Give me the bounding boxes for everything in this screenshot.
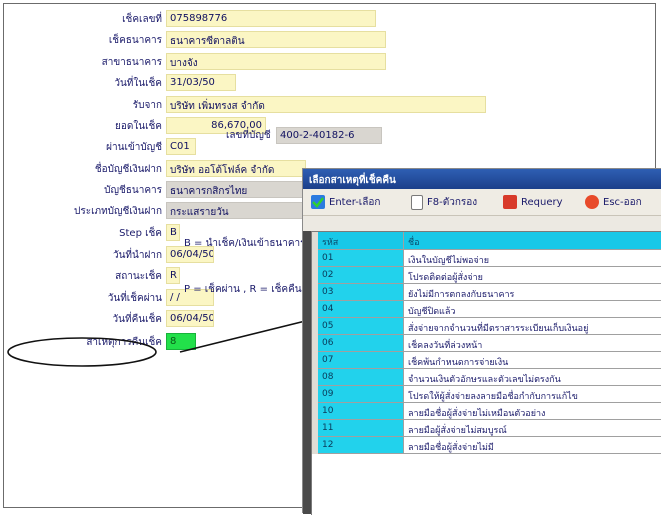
row-desc: โปรดให้ผู้สั่งจ่ายลงลายมือชื่อกำกับการแก… bbox=[404, 386, 661, 403]
row-code: 10 bbox=[318, 403, 404, 420]
row-desc: โปรดติดต่อผู้สั่งจ่าย bbox=[404, 267, 661, 284]
field-label: วันที่คืนเช็ค bbox=[112, 314, 162, 325]
field-label: บัญชีธนาคาร bbox=[104, 185, 162, 196]
grid-left-edge bbox=[303, 231, 311, 514]
row-code: 06 bbox=[318, 335, 404, 352]
row-desc: ยังไม่มีการตกลงกับธนาคาร bbox=[404, 284, 661, 301]
field-label: ผ่านเข้าบัญชี bbox=[106, 142, 162, 153]
popup-title: เลือกสาเหตุที่เช็คคืน bbox=[303, 169, 661, 189]
step-hint: B = นำเช็ค/เงินเข้าธนาคาร bbox=[184, 238, 306, 249]
field-label: เช็คธนาคาร bbox=[108, 35, 162, 46]
table-row[interactable]: 11 ลายมือผู้สั่งจ่ายไม่สมบูรณ์ bbox=[312, 420, 661, 437]
document-icon bbox=[411, 194, 423, 210]
form-row: เช็คเลขที่ 075898776 bbox=[4, 10, 404, 28]
header-desc[interactable]: ชื่อ bbox=[404, 232, 661, 250]
form-row: รับจาก บริษัท เพิ่มทรงส จำกัด bbox=[4, 96, 486, 114]
row-desc: ลายมือชื่อผู้สั่งจ่ายไม่มี bbox=[404, 437, 661, 454]
power-icon bbox=[585, 195, 599, 209]
reason-grid: รหัส ชื่อ 01 เงินในบัญชีไม่พอจ่าย 02 โปรดติ… bbox=[311, 231, 661, 515]
table-row[interactable]: 01 เงินในบัญชีไม่พอจ่าย bbox=[312, 250, 661, 267]
header-code[interactable]: รหัส bbox=[318, 232, 404, 250]
row-desc: ลายมือชื่อผู้สั่งจ่ายไม่เหมือนตัวอย่าง bbox=[404, 403, 661, 420]
field-label: สาขาธนาคาร bbox=[101, 57, 162, 68]
row-desc: สั่งจ่ายจากจำนวนที่มีตราสารระเบียนเก็บเง… bbox=[404, 318, 661, 335]
field-input[interactable]: บางจัง bbox=[166, 53, 386, 70]
row-code: 09 bbox=[318, 386, 404, 403]
check-icon bbox=[311, 195, 325, 209]
field-label: ยอดในเช็ค bbox=[115, 121, 162, 132]
table-row[interactable]: 02 โปรดติดต่อผู้สั่งจ่าย bbox=[312, 267, 661, 284]
field-input[interactable]: B bbox=[166, 224, 180, 241]
row-desc: เช็คพ้นกำหนดการจ่ายเงิน bbox=[404, 352, 661, 369]
field-input[interactable]: ธนาคารซีตาลติน bbox=[166, 31, 386, 48]
table-row[interactable]: 04 บัญชีปิดแล้ว bbox=[312, 301, 661, 318]
table-row[interactable]: 09 โปรดให้ผู้สั่งจ่ายลงลายมือชื่อกำกับการ… bbox=[312, 386, 661, 403]
field-label: รับจาก bbox=[132, 100, 162, 111]
field-label: เช็คเลขที่ bbox=[122, 14, 162, 25]
field-label: Step เช็ค bbox=[119, 228, 162, 239]
row-code: 02 bbox=[318, 267, 404, 284]
field-label: ชื่อบัญชีเงินฝาก bbox=[94, 164, 162, 175]
row-desc: เช็คลงวันที่ล่วงหน้า bbox=[404, 335, 661, 352]
row-code: 04 bbox=[318, 301, 404, 318]
table-row[interactable]: 06 เช็คลงวันที่ล่วงหน้า bbox=[312, 335, 661, 352]
table-row[interactable]: 08 จำนวนเงินตัวอักษรและตัวเลขไม่ตรงกัน bbox=[312, 369, 661, 386]
field-input[interactable]: บริษัท เพิ่มทรงส จำกัด bbox=[166, 96, 486, 113]
row-desc: เงินในบัญชีไม่พอจ่าย bbox=[404, 250, 661, 267]
field-input[interactable]: R bbox=[166, 267, 180, 284]
grid-icon bbox=[503, 195, 517, 209]
enter-select-button[interactable]: Enter-เลือก bbox=[311, 193, 380, 211]
requery-button[interactable]: Requery bbox=[503, 193, 563, 211]
row-code: 08 bbox=[318, 369, 404, 386]
field-input[interactable]: ธนาคารกสิกรไทย bbox=[166, 181, 306, 198]
table-row[interactable]: 12 ลายมือชื่อผู้สั่งจ่ายไม่มี bbox=[312, 437, 661, 454]
field-label: สถานะเช็ค bbox=[115, 271, 162, 282]
row-code: 03 bbox=[318, 284, 404, 301]
row-code: 11 bbox=[318, 420, 404, 437]
field-label: วันที่เช็คผ่าน bbox=[107, 293, 162, 304]
form-row: เช็คธนาคาร ธนาคารซีตาลติน bbox=[4, 31, 404, 49]
grid-header: รหัส ชื่อ bbox=[312, 232, 661, 250]
field-input[interactable]: C01 bbox=[166, 138, 196, 155]
highlight-ellipse bbox=[7, 337, 157, 367]
field-label: ประเภทบัญชีเงินฝาก bbox=[73, 206, 162, 217]
field-input[interactable]: บริษัท ออโต้โฟล์ค จำกัด bbox=[166, 160, 306, 177]
row-desc: ลายมือผู้สั่งจ่ายไม่สมบูรณ์ bbox=[404, 420, 661, 437]
field-label: วันที่ในเช็ค bbox=[114, 78, 162, 89]
row-desc: จำนวนเงินตัวอักษรและตัวเลขไม่ตรงกัน bbox=[404, 369, 661, 386]
row-desc: บัญชีปิดแล้ว bbox=[404, 301, 661, 318]
row-code: 05 bbox=[318, 318, 404, 335]
reason-popup: เลือกสาเหตุที่เช็คคืน Enter-เลือก F8-ตัว… bbox=[302, 168, 661, 515]
account-no-label: เลขที่บัญชี bbox=[226, 130, 271, 141]
row-code: 07 bbox=[318, 352, 404, 369]
filter-button[interactable]: F8-ตัวกรอง bbox=[411, 193, 477, 211]
row-code: 01 bbox=[318, 250, 404, 267]
account-no-field[interactable]: 400-2-40182-6 bbox=[276, 127, 382, 144]
table-row[interactable]: 10 ลายมือชื่อผู้สั่งจ่ายไม่เหมือนตัวอย่าง bbox=[312, 403, 661, 420]
form-row: สาขาธนาคาร บางจัง bbox=[4, 53, 404, 71]
esc-exit-button[interactable]: Esc-ออก bbox=[585, 193, 642, 211]
form-row: วันที่ในเช็ค 31/03/50 bbox=[4, 74, 404, 92]
popup-toolbar: Enter-เลือก F8-ตัวกรอง Requery Esc-ออก bbox=[303, 189, 661, 216]
field-input[interactable]: 31/03/50 bbox=[166, 74, 236, 91]
field-input[interactable]: 075898776 bbox=[166, 10, 376, 27]
field-label: วันที่นำฝาก bbox=[112, 250, 162, 261]
field-input[interactable]: กระแสรายวัน bbox=[166, 202, 306, 219]
table-row[interactable]: 07 เช็คพ้นกำหนดการจ่ายเงิน bbox=[312, 352, 661, 369]
table-row[interactable]: 05 สั่งจ่ายจากจำนวนที่มีตราสารระเบียนเก็บ… bbox=[312, 318, 661, 335]
table-row[interactable]: 03 ยังไม่มีการตกลงกับธนาคาร bbox=[312, 284, 661, 301]
row-code: 12 bbox=[318, 437, 404, 454]
